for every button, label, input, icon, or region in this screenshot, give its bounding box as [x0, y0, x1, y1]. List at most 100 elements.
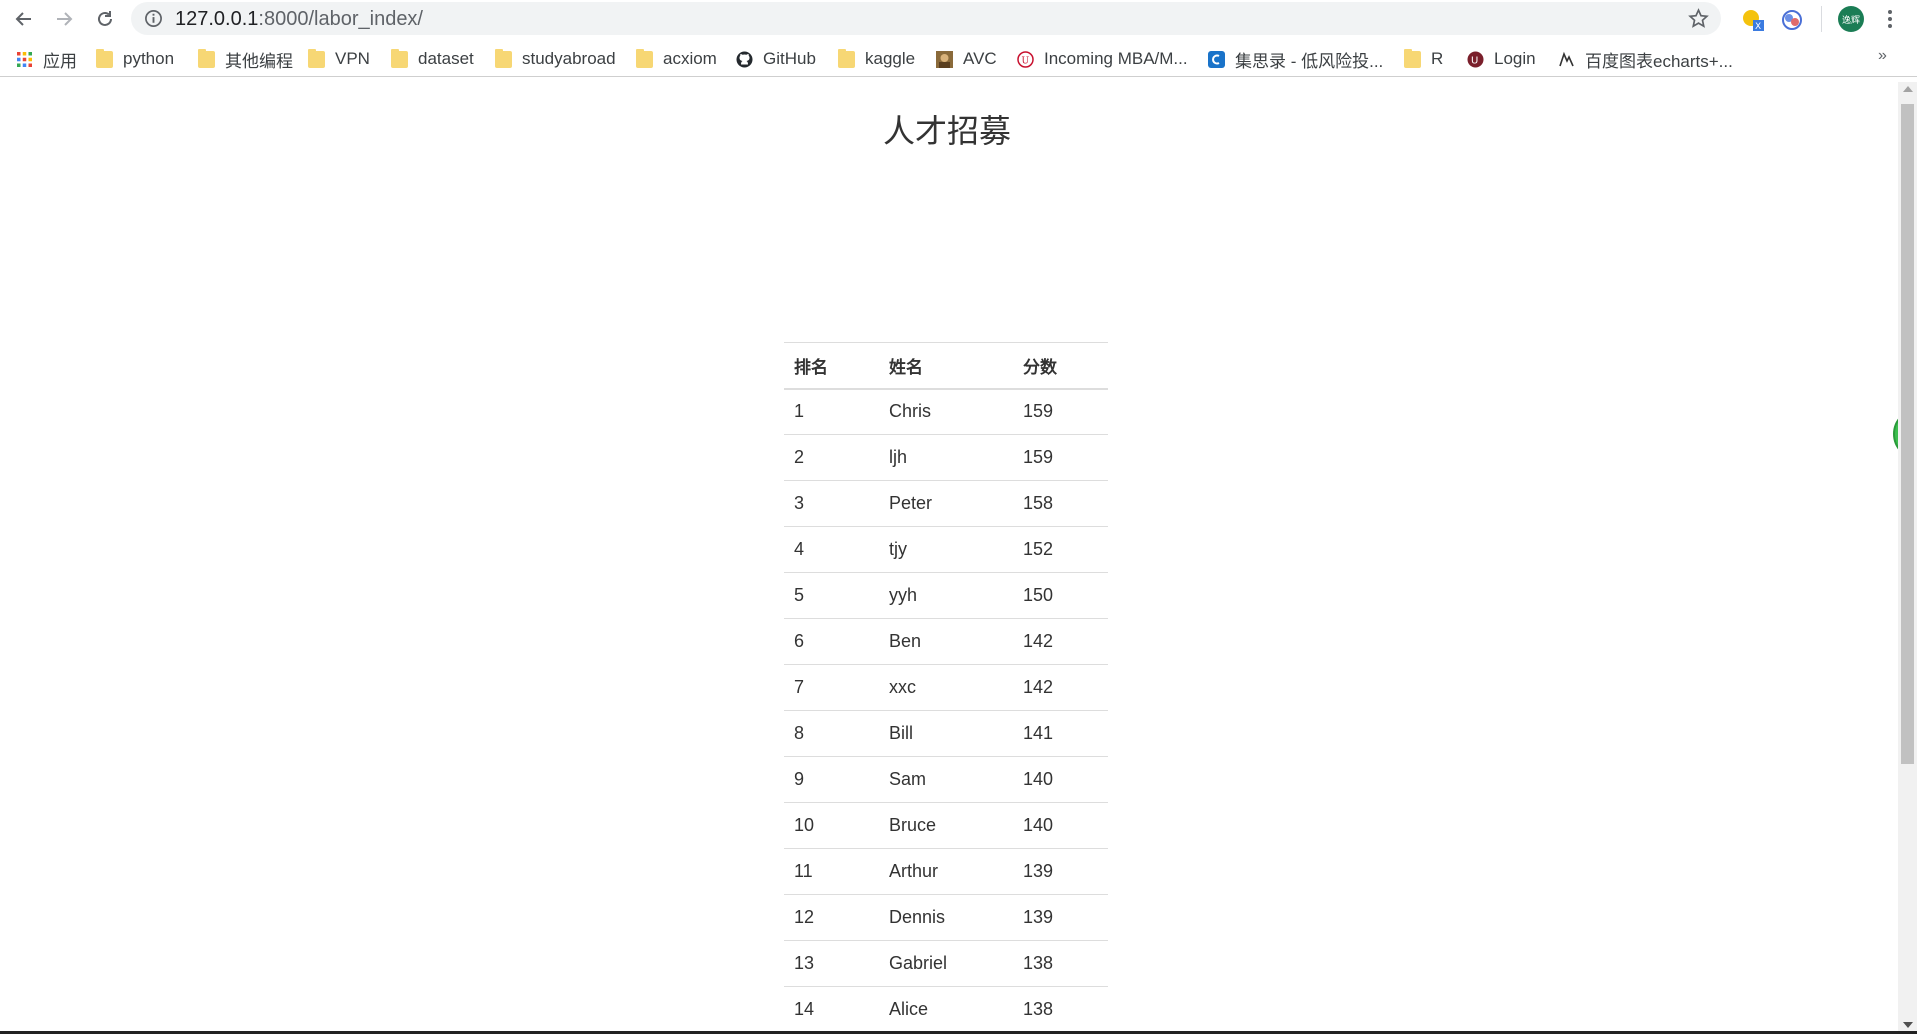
table-row: 3 Peter 158 — [784, 480, 1108, 527]
rank-cell: 4 — [784, 526, 879, 573]
info-icon[interactable] — [144, 9, 163, 28]
table-row: 5 yyh 150 — [784, 572, 1108, 619]
table-row: 2 ljh 159 — [784, 434, 1108, 481]
name-cell: tjy — [879, 526, 1013, 573]
url-host: 127.0.0.1 — [175, 8, 259, 30]
score-cell: 142 — [1013, 618, 1108, 665]
bookmark-label: Incoming MBA/M... — [1044, 49, 1188, 68]
svg-text:U: U — [1022, 56, 1030, 66]
kebab-menu-icon[interactable] — [1880, 6, 1900, 32]
score-cell: 158 — [1013, 480, 1108, 527]
toolbar-separator — [1821, 6, 1822, 32]
bookmarks-overflow-chevron[interactable]: » — [1878, 47, 1887, 65]
folder-icon — [495, 48, 512, 68]
name-cell: Arthur — [879, 848, 1013, 895]
address-bar[interactable]: 127.0.0.1:8000/labor_index/ — [131, 2, 1721, 35]
bookmark-label: python — [123, 49, 175, 68]
bookmark-label: 应用 — [43, 51, 77, 71]
score-cell: 140 — [1013, 756, 1108, 803]
score-cell: 138 — [1013, 986, 1108, 1033]
bookmark-incoming-mba[interactable]: U Incoming MBA/M... — [1017, 41, 1188, 77]
bookmark-python[interactable]: python — [96, 41, 174, 77]
table-row: 4 tjy 152 — [784, 526, 1108, 573]
name-cell: xxc — [879, 664, 1013, 711]
folder-icon — [636, 48, 653, 68]
bookmark-label: 其他编程 — [225, 51, 293, 71]
bookmark-jisilu[interactable]: 集思录 - 低风险投... — [1208, 41, 1383, 77]
score-cell: 159 — [1013, 434, 1108, 481]
page-viewport: 人才招募 排名 姓名 分数 1 Chris 159 2 ljh 159 3 Peter 158 4… — [0, 82, 1898, 1034]
back-button[interactable] — [11, 6, 37, 32]
name-cell: Chris — [879, 388, 1013, 435]
url-text[interactable]: 127.0.0.1:8000/labor_index/ — [175, 8, 423, 30]
reload-button[interactable] — [92, 6, 118, 32]
scroll-up-arrow-icon[interactable] — [1903, 86, 1913, 92]
rank-cell: 9 — [784, 756, 879, 803]
bookmark-label: 集思录 - 低风险投... — [1235, 51, 1384, 71]
url-path: :8000/labor_index/ — [258, 8, 423, 30]
apps-grid-icon — [17, 51, 32, 67]
bookmark-label: AVC — [963, 49, 997, 68]
jisilu-favicon-icon — [1208, 50, 1225, 68]
bookmark-label: dataset — [418, 49, 474, 68]
table-row: 14 Alice 138 — [784, 986, 1108, 1033]
rank-cell: 14 — [784, 986, 879, 1033]
table-row: 10 Bruce 140 — [784, 802, 1108, 849]
column-header-rank: 排名 — [784, 342, 879, 390]
score-cell: 141 — [1013, 710, 1108, 757]
bookmark-login[interactable]: U Login — [1467, 41, 1536, 77]
scroll-down-arrow-icon[interactable] — [1903, 1022, 1913, 1028]
column-header-name: 姓名 — [879, 342, 1013, 390]
rank-cell: 8 — [784, 710, 879, 757]
folder-icon — [308, 48, 325, 68]
name-cell: Peter — [879, 480, 1013, 527]
bookmarks-bar: 应用 python 其他编程 VPN dataset studyabroad a… — [0, 41, 1917, 77]
bookmark-label: 百度图表echarts+... — [1585, 51, 1733, 71]
bookmark-label: acxiom — [663, 49, 717, 68]
profile-avatar[interactable]: 逸辉 — [1838, 6, 1864, 32]
table-row: 6 Ben 142 — [784, 618, 1108, 665]
bookmark-kaggle[interactable]: kaggle — [838, 41, 915, 77]
forward-button[interactable] — [51, 6, 77, 32]
ranking-table: 排名 姓名 分数 1 Chris 159 2 ljh 159 3 Peter 158 4 tjy 15… — [784, 342, 1108, 1033]
bookmark-r[interactable]: R — [1404, 41, 1443, 77]
name-cell: Sam — [879, 756, 1013, 803]
bookmark-apps[interactable]: 应用 — [16, 41, 77, 77]
page-title: 人才招募 — [882, 112, 1011, 150]
bookmark-github[interactable]: GitHub — [736, 41, 816, 77]
name-cell: Gabriel — [879, 940, 1013, 987]
bookmark-dataset[interactable]: dataset — [391, 41, 474, 77]
scrollbar-thumb[interactable] — [1901, 104, 1914, 764]
score-cell: 150 — [1013, 572, 1108, 619]
bookmark-acxiom[interactable]: acxiom — [636, 41, 717, 77]
login-favicon-icon: U — [1467, 51, 1484, 67]
bookmark-studyabroad[interactable]: studyabroad — [495, 41, 616, 77]
score-cell: 142 — [1013, 664, 1108, 711]
name-cell: Bill — [879, 710, 1013, 757]
vertical-scrollbar[interactable] — [1898, 82, 1917, 1034]
rank-cell: 6 — [784, 618, 879, 665]
browser-toolbar: 127.0.0.1:8000/labor_index/ X 逸辉 — [0, 0, 1917, 38]
column-header-score: 分数 — [1013, 342, 1108, 390]
name-cell: Alice — [879, 986, 1013, 1033]
bookmark-avc[interactable]: AVC — [936, 41, 997, 77]
rank-cell: 10 — [784, 802, 879, 849]
rank-cell: 13 — [784, 940, 879, 987]
extension-icon[interactable] — [1780, 8, 1804, 32]
score-cell: 139 — [1013, 894, 1108, 941]
name-cell: Bruce — [879, 802, 1013, 849]
svg-text:X: X — [1755, 22, 1761, 32]
bookmark-star-icon[interactable] — [1688, 8, 1709, 29]
table-row: 7 xxc 142 — [784, 664, 1108, 711]
rank-cell: 5 — [784, 572, 879, 619]
bookmark-vpn[interactable]: VPN — [308, 41, 370, 77]
rank-cell: 7 — [784, 664, 879, 711]
translate-extension-icon[interactable]: X — [1741, 8, 1765, 32]
svg-text:U: U — [1471, 55, 1478, 66]
bookmark-echarts[interactable]: 百度图表echarts+... — [1558, 41, 1733, 77]
table-row: 11 Arthur 139 — [784, 848, 1108, 895]
bookmark-other-programming[interactable]: 其他编程 — [198, 41, 293, 77]
table-row: 8 Bill 141 — [784, 710, 1108, 757]
folder-icon — [198, 48, 215, 68]
table-row: 13 Gabriel 138 — [784, 940, 1108, 987]
